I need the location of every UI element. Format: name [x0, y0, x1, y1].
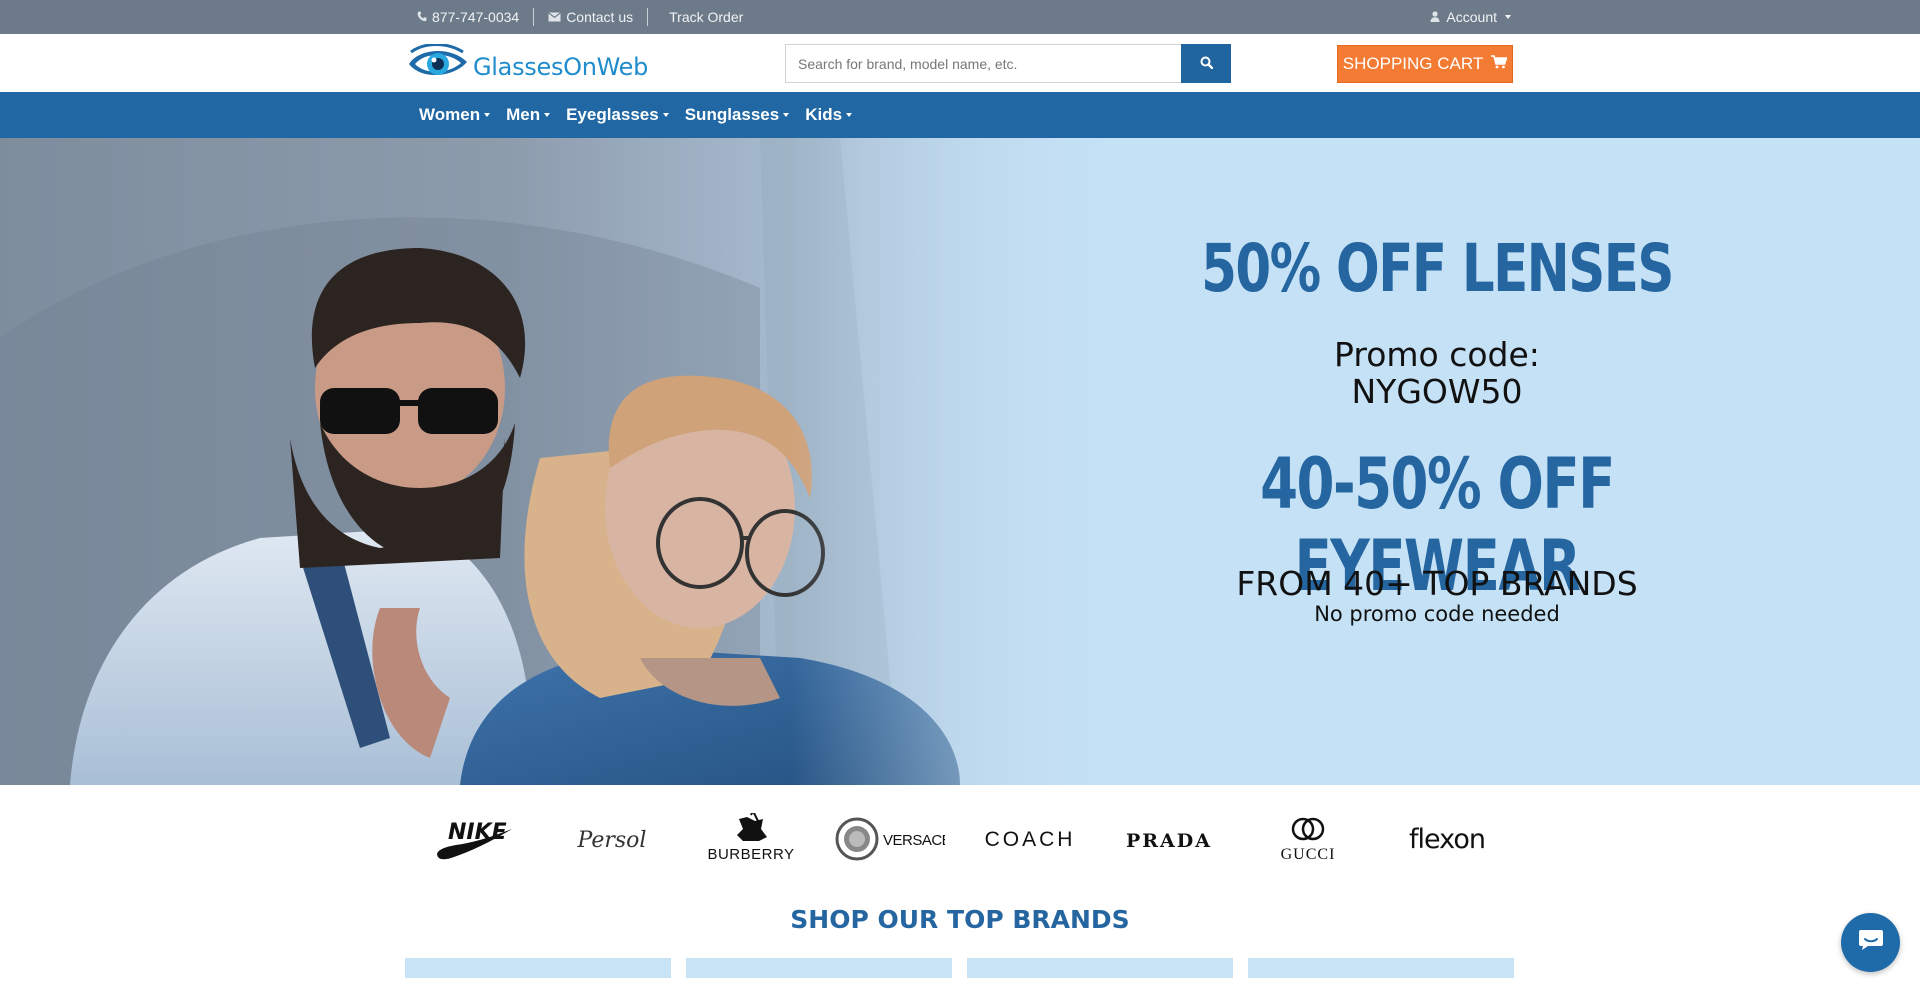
- brand-nike[interactable]: NIKE: [413, 809, 533, 869]
- coach-logo: COACH: [984, 828, 1075, 851]
- flexon-logo: flexon: [1409, 824, 1486, 855]
- top-utility-bar: 877-747-0034 Contact us Track Order Acco…: [0, 0, 1920, 34]
- search-icon: [1200, 56, 1213, 72]
- site-header: GlassesOnWeb SHOPPING CART: [0, 34, 1920, 92]
- hero-copy: 50% OFF LENSES Promo code: NYGOW50 40-50…: [1130, 138, 1744, 785]
- phone-link[interactable]: 877-747-0034: [417, 8, 533, 26]
- cart-label: SHOPPING CART: [1342, 54, 1484, 73]
- brand-coach[interactable]: COACH: [970, 809, 1090, 869]
- chevron-down-icon: [783, 113, 790, 117]
- envelope-icon: [548, 9, 562, 25]
- nav-item-sunglasses[interactable]: Sunglasses: [677, 92, 798, 138]
- brand-cards-row: [405, 958, 1515, 978]
- contact-label: Contact us: [566, 9, 634, 25]
- brand-logo-strip: NIKE Persol BURBERRY VERSACE COACH PRADA…: [0, 785, 1920, 893]
- nike-logo: NIKE: [437, 820, 512, 860]
- section-title-top-brands: SHOP OUR TOP BRANDS: [790, 905, 1130, 934]
- chevron-down-icon: [544, 113, 551, 117]
- nav-item-men[interactable]: Men: [498, 92, 558, 138]
- phone-number: 877-747-0034: [432, 9, 520, 25]
- user-icon: [1430, 9, 1440, 25]
- brand-prada[interactable]: PRADA: [1109, 809, 1229, 869]
- logo-text: GlassesOnWeb: [473, 52, 649, 81]
- brand-card[interactable]: [967, 958, 1233, 978]
- brand-versace[interactable]: VERSACE: [830, 809, 950, 869]
- promo-label: Promo code:: [1334, 335, 1540, 374]
- track-order-label: Track Order: [669, 9, 744, 25]
- cart-icon: [1491, 54, 1508, 74]
- persol-logo: Persol: [577, 828, 647, 853]
- search-form: [785, 44, 1231, 83]
- track-order-link[interactable]: Track Order: [648, 8, 757, 26]
- nav-item-kids[interactable]: Kids: [797, 92, 860, 138]
- shopping-cart-button[interactable]: SHOPPING CART: [1337, 45, 1513, 83]
- nav-item-label: Eyeglasses: [566, 105, 659, 124]
- hero-headline-lenses: 50% OFF LENSES: [1201, 230, 1674, 307]
- brand-card[interactable]: [686, 958, 952, 978]
- phone-icon: [417, 9, 427, 25]
- chevron-down-icon: [846, 113, 853, 117]
- svg-text:PRADA: PRADA: [1126, 830, 1212, 852]
- svg-text:BURBERRY: BURBERRY: [708, 846, 795, 863]
- hero-photo: [0, 138, 1130, 785]
- versace-logo: VERSACE: [835, 817, 945, 861]
- brand-persol[interactable]: Persol: [552, 809, 672, 869]
- site-logo[interactable]: GlassesOnWeb: [407, 43, 649, 89]
- brand-gucci[interactable]: GUCCI: [1248, 809, 1368, 869]
- svg-text:flexon: flexon: [1409, 824, 1485, 855]
- svg-text:COACH: COACH: [984, 828, 1075, 851]
- svg-text:GUCCI: GUCCI: [1280, 846, 1335, 863]
- top-links: 877-747-0034 Contact us Track Order: [417, 0, 757, 34]
- burberry-logo: BURBERRY: [708, 813, 795, 863]
- chevron-down-icon: [1505, 15, 1511, 19]
- search-button[interactable]: [1181, 44, 1231, 83]
- eye-icon: [407, 43, 469, 89]
- svg-text:Persol: Persol: [577, 828, 647, 853]
- chevron-down-icon: [484, 113, 491, 117]
- nav-item-label: Women: [419, 105, 481, 124]
- hero-banner[interactable]: 50% OFF LENSES Promo code: NYGOW50 40-50…: [0, 138, 1920, 785]
- brand-card[interactable]: [405, 958, 671, 978]
- nav-item-eyeglasses[interactable]: Eyeglasses: [558, 92, 677, 138]
- brand-flexon[interactable]: flexon: [1387, 809, 1507, 869]
- gucci-logo: GUCCI: [1280, 817, 1335, 863]
- search-input[interactable]: [785, 44, 1181, 83]
- hero-no-code-line: No promo code needed: [1314, 602, 1560, 626]
- account-dropdown[interactable]: Account: [1430, 0, 1511, 34]
- account-label: Account: [1446, 9, 1497, 25]
- svg-text:VERSACE: VERSACE: [883, 832, 945, 849]
- prada-logo: PRADA: [1126, 830, 1212, 852]
- brand-card[interactable]: [1248, 958, 1514, 978]
- nav-item-women[interactable]: Women: [411, 92, 498, 138]
- nav-item-label: Sunglasses: [684, 105, 780, 124]
- chevron-down-icon: [662, 113, 669, 117]
- brand-burberry[interactable]: BURBERRY: [691, 809, 811, 869]
- hero-brands-line: FROM 40+ TOP BRANDS: [1236, 564, 1638, 603]
- contact-link[interactable]: Contact us: [534, 8, 647, 26]
- chat-widget-button[interactable]: [1841, 913, 1900, 972]
- chat-icon: [1858, 928, 1884, 957]
- nav-item-label: Kids: [805, 105, 843, 124]
- promo-code: NYGOW50: [1351, 372, 1523, 411]
- nav-item-label: Men: [506, 105, 541, 124]
- promo-code-block: Promo code: NYGOW50: [1130, 336, 1744, 410]
- main-navigation: Women Men Eyeglasses Sunglasses Kids: [0, 92, 1920, 138]
